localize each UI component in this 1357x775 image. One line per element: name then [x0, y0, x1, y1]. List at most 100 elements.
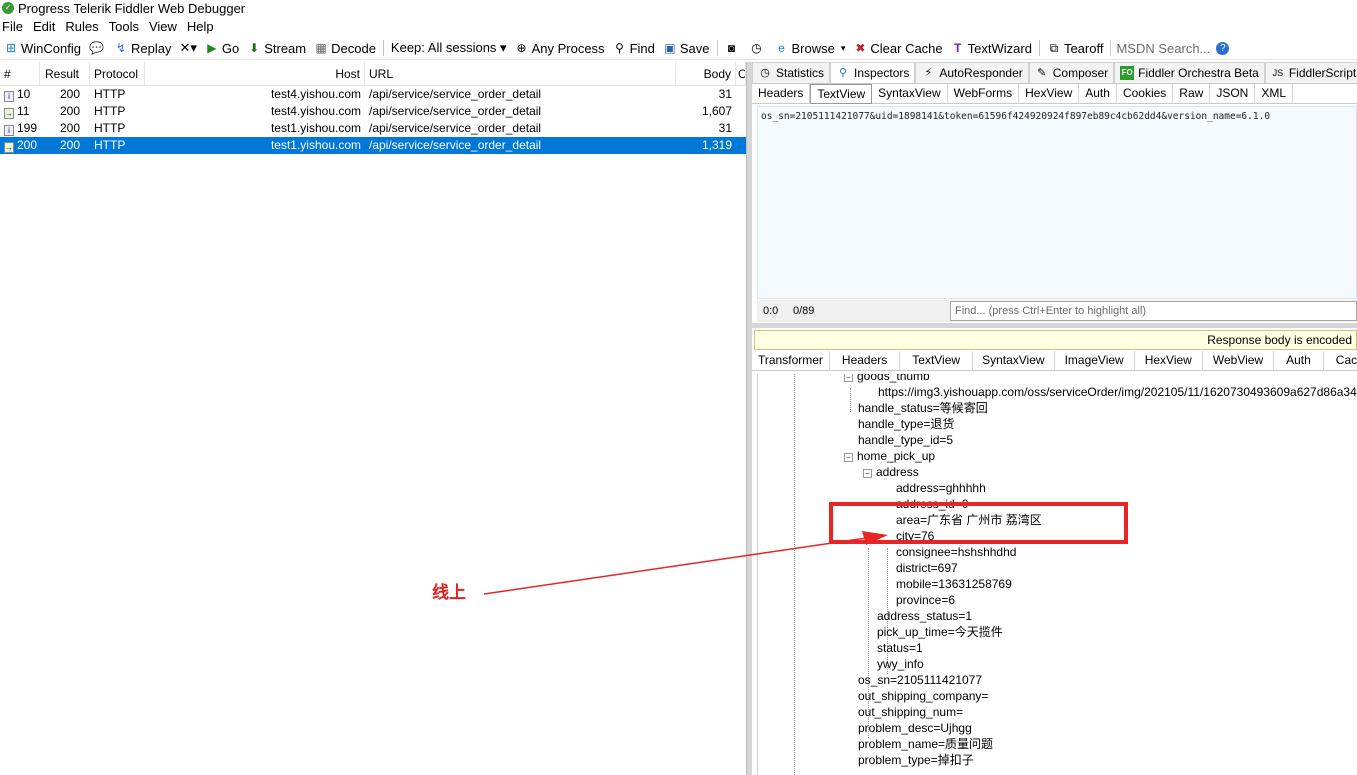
tree-node-goods-thumb[interactable]: − goods_thumb: [844, 374, 930, 384]
composer-icon: ✎: [1037, 67, 1047, 79]
menu-view[interactable]: View: [147, 19, 185, 34]
tree-node[interactable]: handle_type=退货: [858, 416, 954, 432]
req-tab-xml[interactable]: XML: [1255, 83, 1294, 104]
column-result[interactable]: Result: [40, 61, 90, 86]
fo-icon: FO: [1120, 66, 1135, 80]
req-tab-webforms[interactable]: WebForms: [948, 83, 1020, 104]
tree-node[interactable]: address=ghhhhh: [896, 480, 986, 496]
req-tab-json[interactable]: JSON: [1210, 83, 1256, 104]
response-encoded-notice[interactable]: Response body is encoded: [754, 330, 1357, 350]
tree-node[interactable]: https://img3.yishouapp.com/oss/serviceOr…: [878, 384, 1357, 400]
find-button[interactable]: ⚲ Find: [609, 37, 659, 59]
column-protocol[interactable]: Protocol: [90, 61, 145, 86]
tree-node[interactable]: mobile=13631258769: [896, 576, 1012, 592]
column-body[interactable]: Body: [676, 61, 736, 86]
clock-icon: ◷: [751, 41, 762, 55]
column-number[interactable]: #: [0, 61, 40, 86]
column-host[interactable]: Host: [145, 61, 365, 86]
winconfig-button[interactable]: ⊞ WinConfig: [0, 37, 85, 59]
session-row[interactable]: → 11 200 HTTP test4.yishou.com /api/servi…: [0, 103, 746, 120]
replay-button[interactable]: ↯ Replay: [110, 37, 175, 59]
tab-autoresponder[interactable]: ⚡ AutoResponder: [915, 62, 1029, 83]
tree-node[interactable]: province=6: [896, 592, 955, 608]
tab-statistics[interactable]: ◷ Statistics: [752, 62, 831, 83]
timer-button[interactable]: ◷: [746, 37, 771, 59]
request-body-text[interactable]: os_sn=2105111421077&uid=1898141&token=61…: [757, 106, 1357, 299]
resp-tab-transformer[interactable]: Transformer: [752, 350, 830, 371]
collapse-icon[interactable]: −: [844, 374, 853, 382]
tree-node[interactable]: problem_desc=Ujhgg: [858, 720, 972, 736]
resp-tab-webview[interactable]: WebView: [1203, 350, 1275, 371]
resp-tab-auth[interactable]: Auth: [1274, 350, 1324, 371]
tree-node[interactable]: district=697: [896, 560, 958, 576]
req-tab-raw[interactable]: Raw: [1173, 83, 1211, 104]
remove-button[interactable]: ✕▾: [175, 37, 200, 59]
toolbar-separator: [382, 40, 384, 56]
tree-node[interactable]: problem_name=质量问题: [858, 736, 993, 752]
session-list-header: # Result Protocol Host URL Body Ca: [0, 61, 746, 86]
save-button[interactable]: ▣ Save: [659, 37, 714, 59]
tearoff-button[interactable]: ⧉ Tearoff: [1043, 37, 1108, 59]
response-tabs: Transformer Headers TextView SyntaxView …: [752, 350, 1357, 371]
tree-node[interactable]: out_shipping_num=: [858, 704, 963, 720]
req-tab-hexview[interactable]: HexView: [1019, 83, 1080, 104]
menu-rules[interactable]: Rules: [63, 19, 106, 34]
request-status-bar: 0:0 0/89 Find... (press Ctrl+Enter to hi…: [757, 300, 1357, 322]
horizontal-splitter[interactable]: [752, 323, 1357, 328]
msdn-search-input[interactable]: MSDN Search...: [1116, 41, 1210, 56]
tree-node[interactable]: handle_type_id=5: [858, 432, 953, 448]
help-icon[interactable]: ?: [1216, 41, 1230, 55]
request-tabs: Headers TextView SyntaxView WebForms Hex…: [752, 83, 1357, 104]
any-process-button[interactable]: ⊕ Any Process: [511, 37, 609, 59]
tree-node[interactable]: pick_up_time=今天揽件: [877, 624, 1003, 640]
tree-node[interactable]: consignee=hshshhdhd: [896, 544, 1016, 560]
req-tab-headers[interactable]: Headers: [752, 83, 811, 104]
tree-node[interactable]: handle_status=等候寄回: [858, 400, 988, 416]
response-json-tree[interactable]: − goods_thumb https://img3.yishouapp.com/…: [757, 374, 1357, 775]
tab-fiddlerscript[interactable]: JS FiddlerScript: [1264, 62, 1357, 83]
screenshot-button[interactable]: ◙: [721, 37, 746, 59]
req-tab-auth[interactable]: Auth: [1079, 83, 1117, 104]
menu-file[interactable]: File: [0, 19, 31, 34]
tree-node[interactable]: ywy_info: [877, 656, 924, 672]
tree-node[interactable]: address_status=1: [877, 608, 972, 624]
comment-button[interactable]: 💬: [85, 37, 110, 59]
tab-inspectors[interactable]: ⚲ Inspectors: [830, 62, 916, 83]
resp-tab-textview[interactable]: TextView: [900, 350, 974, 371]
keep-sessions-dropdown[interactable]: Keep: All sessions ▾: [387, 37, 511, 59]
column-url[interactable]: URL: [365, 61, 676, 86]
collapse-icon[interactable]: −: [863, 469, 872, 478]
tree-node[interactable]: status=1: [877, 640, 923, 656]
find-input[interactable]: Find... (press Ctrl+Enter to highlight a…: [950, 301, 1357, 321]
tab-composer[interactable]: ✎ Composer: [1028, 62, 1115, 83]
menu-help[interactable]: Help: [185, 19, 222, 34]
column-caching[interactable]: Ca: [736, 61, 746, 86]
tree-node-address[interactable]: − address: [863, 464, 919, 480]
resp-tab-syntaxview[interactable]: SyntaxView: [973, 350, 1055, 371]
resp-tab-hexview[interactable]: HexView: [1135, 350, 1203, 371]
tab-fiddler-orchestra[interactable]: FO Fiddler Orchestra Beta: [1114, 62, 1265, 83]
session-row-selected[interactable]: → 200 200 HTTP test1.yishou.com /api/serv…: [0, 137, 746, 154]
session-row[interactable]: i 10 200 HTTP test4.yishou.com /api/servi…: [0, 86, 746, 103]
browse-button[interactable]: e Browse ▾: [771, 37, 850, 59]
resp-tab-headers[interactable]: Headers: [830, 350, 901, 371]
resp-tab-caching[interactable]: Caching: [1324, 351, 1357, 371]
tree-node-home-pick-up[interactable]: − home_pick_up: [844, 448, 935, 464]
menu-tools[interactable]: Tools: [107, 19, 147, 34]
req-tab-textview[interactable]: TextView: [810, 83, 873, 104]
tree-node[interactable]: problem_type=掉扣子: [858, 752, 974, 768]
tree-node[interactable]: out_shipping_company=: [858, 688, 988, 704]
stream-button[interactable]: ⬇ Stream: [243, 37, 310, 59]
go-button[interactable]: ▶ Go: [201, 37, 243, 59]
clear-cache-button[interactable]: ✖ Clear Cache: [849, 37, 946, 59]
decode-button[interactable]: ▦ Decode: [310, 37, 380, 59]
req-tab-syntaxview[interactable]: SyntaxView: [872, 83, 948, 104]
menu-edit[interactable]: Edit: [31, 19, 63, 34]
menu-bar: File Edit Rules Tools View Help: [0, 16, 1357, 36]
session-row[interactable]: i 199 200 HTTP test1.yishou.com /api/serv…: [0, 120, 746, 137]
req-tab-cookies[interactable]: Cookies: [1117, 83, 1174, 104]
textwizard-button[interactable]: T TextWizard: [947, 37, 1036, 59]
collapse-icon[interactable]: −: [844, 453, 853, 462]
tree-node[interactable]: os_sn=2105111421077: [858, 672, 982, 688]
resp-tab-imageview[interactable]: ImageView: [1055, 350, 1135, 371]
